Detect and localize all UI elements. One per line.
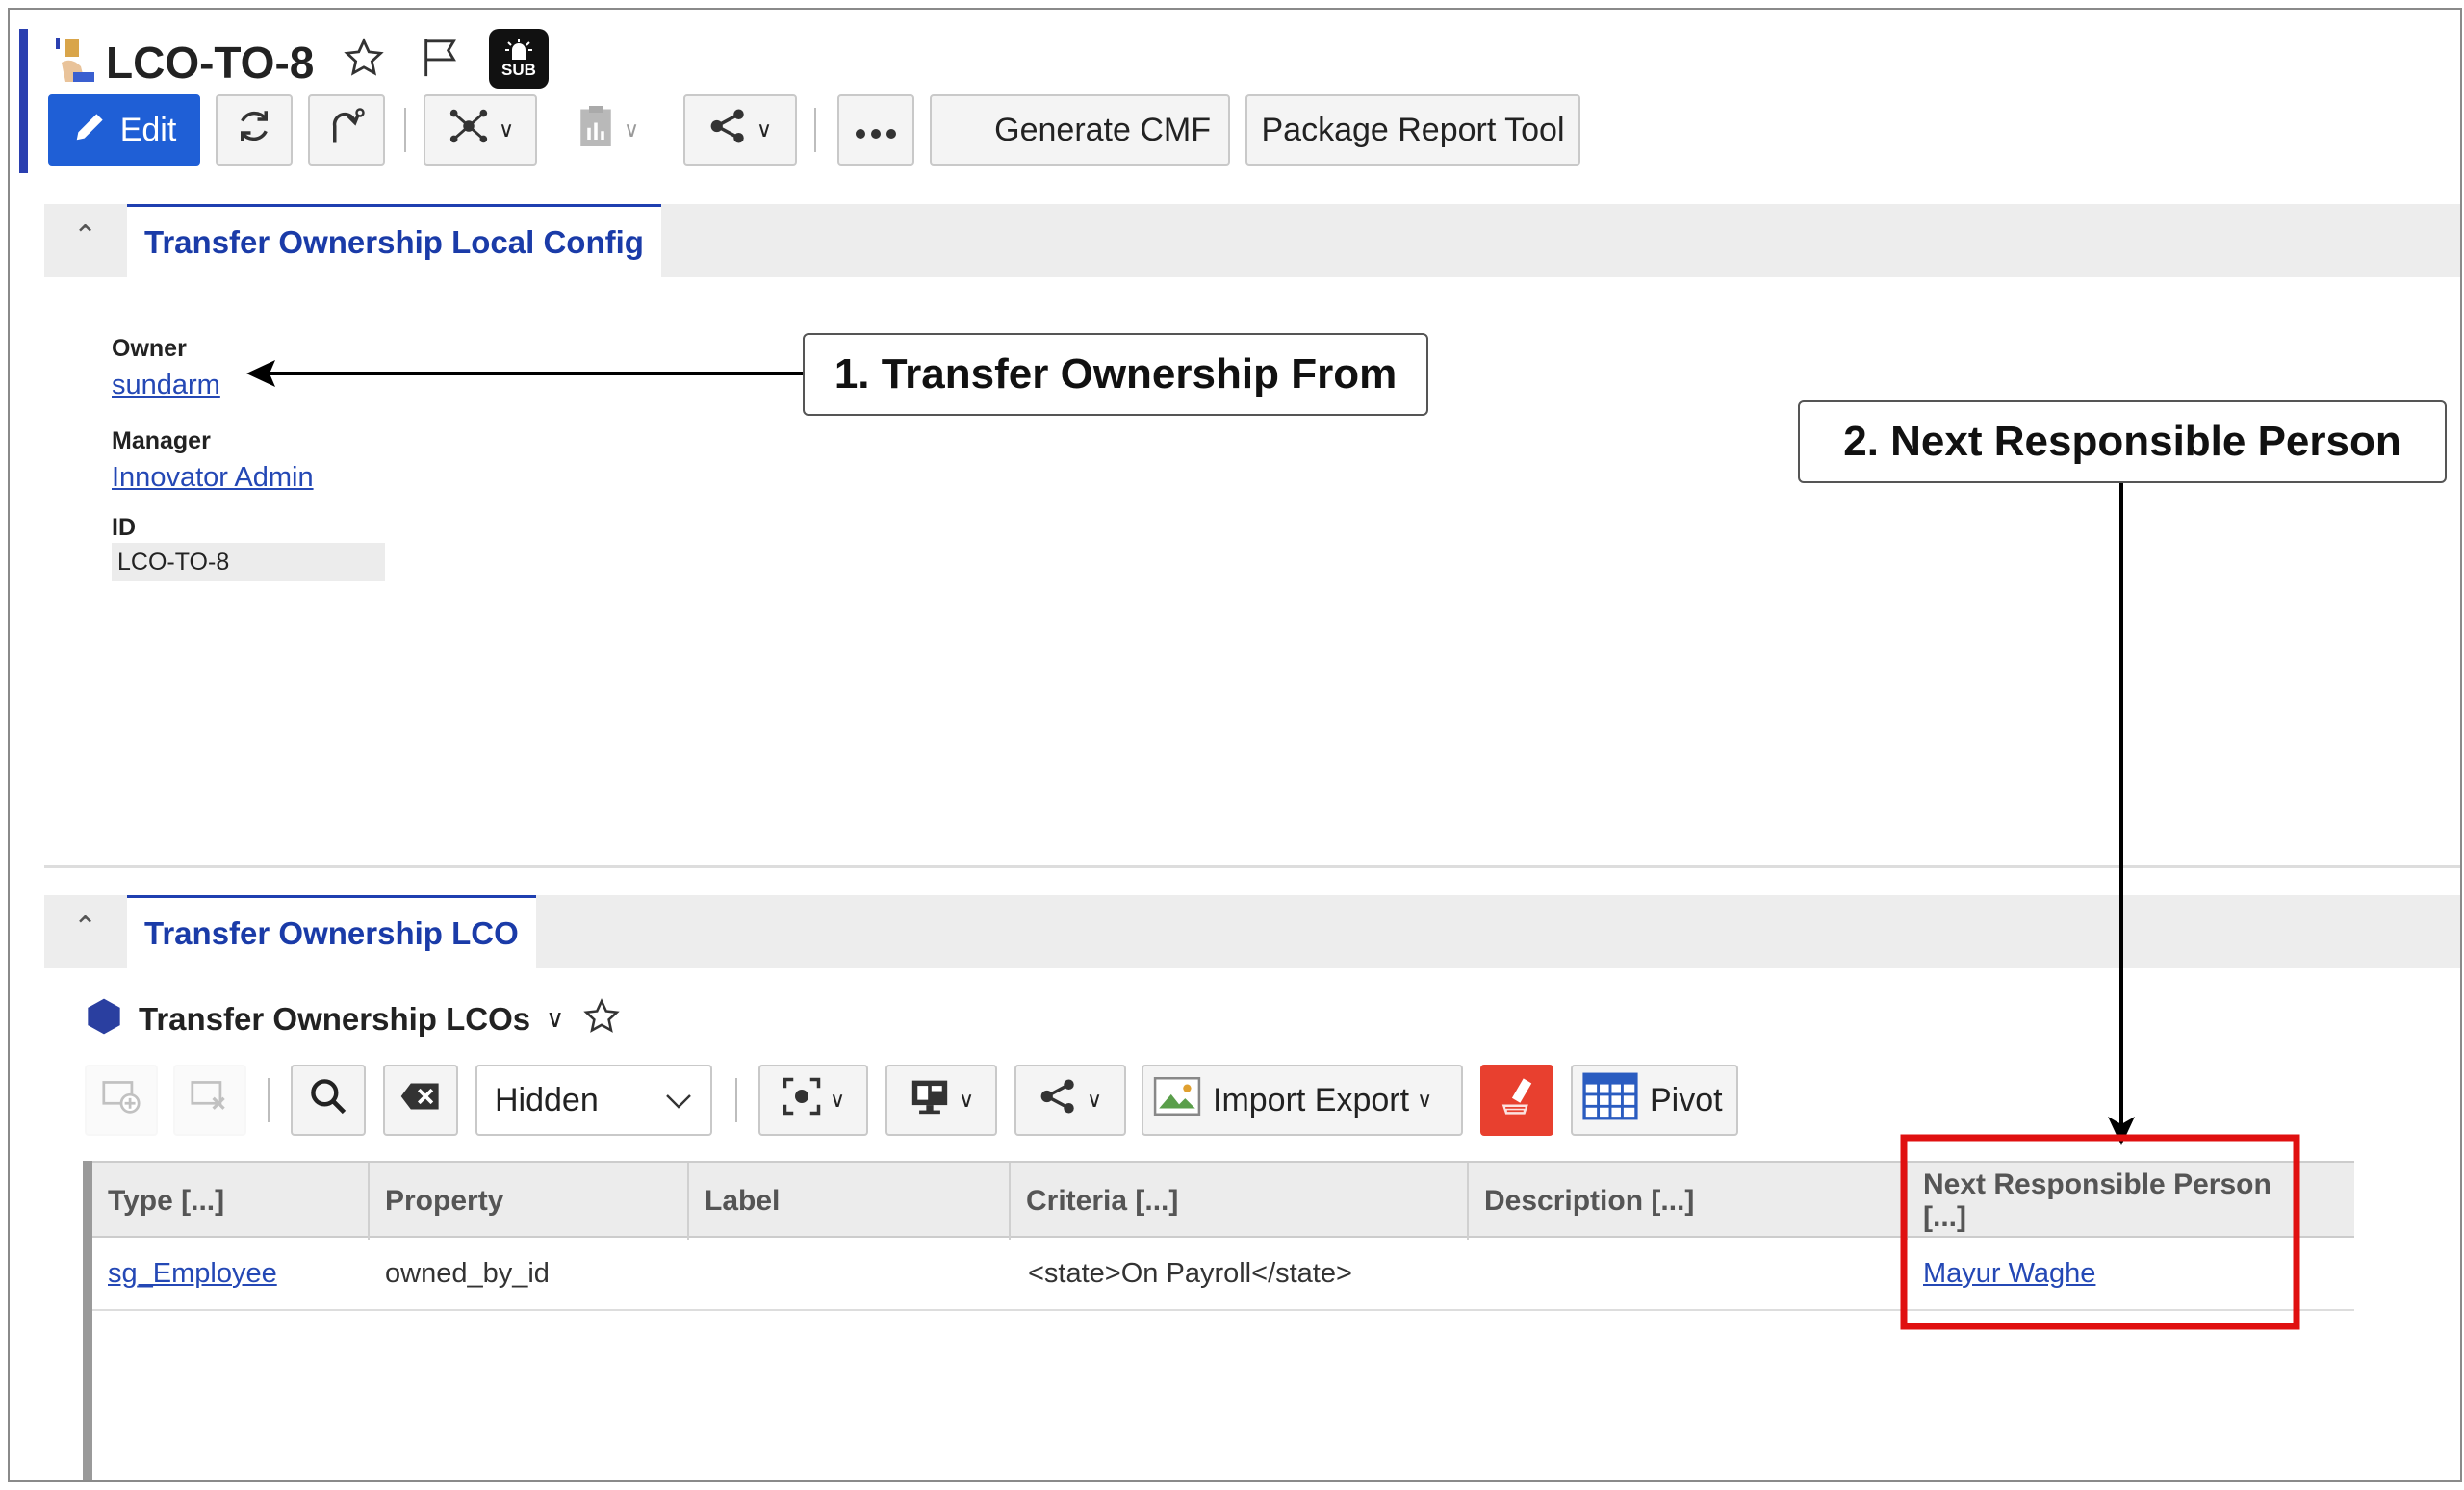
app-window: LCO-TO-8 SUB Edit ∨ ∨ ∨ Generate CMF Pac…	[8, 8, 2462, 1482]
highlight-box	[1900, 1134, 2300, 1330]
annotation-arrows	[246, 360, 2300, 1330]
